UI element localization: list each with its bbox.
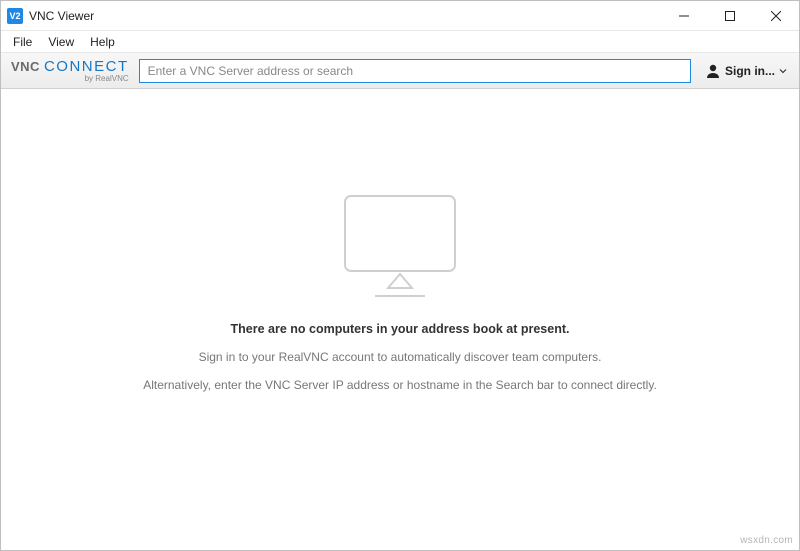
menu-file[interactable]: File <box>7 33 38 51</box>
empty-line2: Alternatively, enter the VNC Server IP a… <box>143 378 657 392</box>
window-controls <box>661 1 799 30</box>
content-area: There are no computers in your address b… <box>1 89 799 550</box>
brand-logo: VNC CONNECT by RealVNC <box>11 59 129 83</box>
signin-label: Sign in... <box>725 64 775 78</box>
menu-view[interactable]: View <box>42 33 80 51</box>
brand-vnc-text: VNC <box>11 60 40 73</box>
window-title: VNC Viewer <box>29 9 94 23</box>
brand-sub-text: by RealVNC <box>11 75 129 83</box>
search-container <box>139 59 691 83</box>
minimize-button[interactable] <box>661 1 707 30</box>
close-icon <box>771 11 781 21</box>
brand-connect-text: CONNECT <box>44 59 129 74</box>
minimize-icon <box>679 11 689 21</box>
titlebar: V2 VNC Viewer <box>1 1 799 31</box>
chevron-down-icon <box>779 67 787 75</box>
empty-line1: Sign in to your RealVNC account to autom… <box>199 350 602 364</box>
app-window: V2 VNC Viewer File View Help VNC CONNECT <box>0 0 800 551</box>
empty-heading: There are no computers in your address b… <box>231 322 570 336</box>
toolbar: VNC CONNECT by RealVNC Sign in... <box>1 53 799 89</box>
search-input[interactable] <box>139 59 691 83</box>
close-button[interactable] <box>753 1 799 30</box>
watermark: wsxdn.com <box>740 535 793 546</box>
signin-button[interactable]: Sign in... <box>701 63 791 79</box>
maximize-button[interactable] <box>707 1 753 30</box>
user-icon <box>705 63 721 79</box>
menubar: File View Help <box>1 31 799 53</box>
menu-help[interactable]: Help <box>84 33 121 51</box>
app-icon: V2 <box>7 8 23 24</box>
maximize-icon <box>725 11 735 21</box>
monitor-icon <box>330 188 470 308</box>
